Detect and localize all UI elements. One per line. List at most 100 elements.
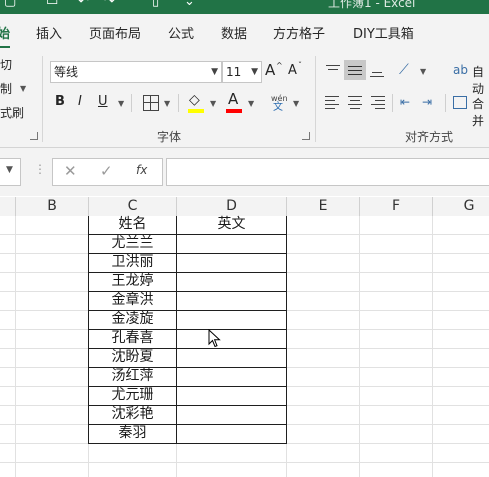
font-name-box[interactable]: 等线 ▼ bbox=[50, 61, 222, 83]
tab-formulas[interactable]: 公式 bbox=[168, 23, 194, 42]
column-header-d[interactable]: D bbox=[177, 197, 286, 216]
format-painter-button[interactable]: 式刷 bbox=[0, 104, 24, 121]
align-right-icon[interactable] bbox=[369, 95, 385, 109]
name-cell[interactable]: 秦羽 bbox=[89, 424, 176, 443]
english-cell[interactable] bbox=[177, 386, 286, 405]
underline-button[interactable]: U bbox=[98, 94, 108, 110]
table-header-cell[interactable]: 英文 bbox=[177, 215, 286, 234]
english-cell[interactable] bbox=[177, 367, 286, 386]
redo-icon[interactable]: ↷ bbox=[104, 0, 115, 9]
name-cell[interactable]: 尤元珊 bbox=[89, 386, 176, 405]
shrink-arrow-icon: ˇ bbox=[298, 61, 302, 70]
copy-dropdown-icon[interactable]: ▼ bbox=[20, 84, 26, 93]
name-cell[interactable]: 汤红萍 bbox=[89, 367, 176, 386]
tab-page-layout[interactable]: 页面布局 bbox=[89, 23, 141, 42]
line bbox=[372, 72, 382, 73]
font-color-icon[interactable]: A bbox=[228, 91, 238, 107]
shrink-font-icon[interactable]: A bbox=[288, 63, 297, 79]
english-cell[interactable] bbox=[177, 424, 286, 443]
tab-insert[interactable]: 插入 bbox=[36, 23, 62, 42]
cut-button[interactable]: 切 bbox=[0, 56, 12, 73]
line bbox=[348, 74, 362, 75]
align-top-icon[interactable] bbox=[325, 62, 341, 78]
table-header-cell[interactable]: 姓名 bbox=[89, 215, 176, 234]
clipboard-launcher-icon[interactable] bbox=[30, 132, 38, 140]
grow-font-icon[interactable]: A bbox=[265, 62, 275, 78]
customize-qat-icon[interactable]: ⌄ bbox=[184, 0, 195, 9]
undo-icon[interactable]: ↶ bbox=[78, 0, 89, 9]
line bbox=[370, 76, 384, 77]
name-box[interactable]: ▼ bbox=[0, 158, 21, 186]
bold-button[interactable]: B bbox=[55, 94, 65, 110]
name-cell[interactable]: 卫洪丽 bbox=[89, 253, 176, 272]
column-header-b[interactable]: B bbox=[16, 197, 88, 216]
name-cell[interactable]: 金凌旋 bbox=[89, 310, 176, 329]
english-cell[interactable] bbox=[177, 405, 286, 424]
ribbon-tabs: 始 插入 页面布局 公式 数据 方方格子 DIY工具箱 bbox=[0, 14, 489, 50]
column-header-g[interactable]: G bbox=[433, 197, 489, 216]
align-left-icon[interactable] bbox=[325, 95, 341, 109]
table-border-vline bbox=[286, 216, 287, 444]
line bbox=[375, 100, 385, 101]
english-cell[interactable] bbox=[177, 234, 286, 253]
align-center-icon[interactable] bbox=[347, 95, 363, 109]
english-cell[interactable] bbox=[177, 272, 286, 291]
copy-button[interactable]: 制 bbox=[0, 80, 12, 97]
name-cell[interactable]: 沈盼夏 bbox=[89, 348, 176, 367]
orientation-icon[interactable]: ⟋ bbox=[399, 62, 409, 78]
fill-color-swatch bbox=[188, 109, 204, 113]
font-size-box[interactable]: 11 ▼ bbox=[222, 61, 262, 83]
increase-indent-icon[interactable]: ⇥ bbox=[422, 94, 432, 110]
fill-color-dropdown-icon[interactable]: ▼ bbox=[210, 99, 216, 108]
english-cell[interactable] bbox=[177, 329, 286, 348]
font-color-dropdown-icon[interactable]: ▼ bbox=[248, 99, 254, 108]
align-middle-button[interactable] bbox=[344, 60, 366, 80]
tab-fangfang[interactable]: 方方格子 bbox=[273, 23, 325, 42]
mouse-cursor-icon bbox=[208, 328, 222, 349]
line bbox=[348, 104, 362, 105]
merge-center-icon[interactable] bbox=[453, 96, 467, 109]
cancel-icon[interactable]: ✕ bbox=[64, 162, 77, 180]
orientation-dropdown-icon[interactable]: ▼ bbox=[420, 67, 426, 76]
tab-home[interactable]: 始 bbox=[0, 23, 10, 42]
table-border-hline bbox=[88, 443, 287, 444]
divider bbox=[445, 94, 446, 112]
english-cell[interactable] bbox=[177, 291, 286, 310]
insert-function-icon[interactable]: fx bbox=[136, 163, 147, 177]
name-cell[interactable]: 沈彩艳 bbox=[89, 405, 176, 424]
worksheet-grid[interactable]: 姓名 英文 尤兰兰 卫洪丽 王龙婷 金章洪 金凌旋 孔春喜 沈盼夏 汤红萍 尤元珊 沈彩艳 秦羽 bbox=[0, 216, 489, 477]
phonetic-dropdown-icon[interactable]: ▼ bbox=[293, 99, 299, 108]
name-cell[interactable]: 金章洪 bbox=[89, 291, 176, 310]
column-header-f[interactable]: F bbox=[360, 197, 432, 216]
english-cell[interactable] bbox=[177, 253, 286, 272]
column-header-c[interactable]: C bbox=[89, 197, 176, 216]
english-cell[interactable] bbox=[177, 348, 286, 367]
border-dropdown-icon[interactable]: ▼ bbox=[164, 99, 170, 108]
decrease-indent-icon[interactable]: ⇤ bbox=[400, 94, 410, 110]
save-icon[interactable]: ▭ bbox=[46, 0, 58, 9]
grid-vline bbox=[359, 216, 360, 477]
quick-access-icon[interactable]: ▯ bbox=[152, 0, 159, 9]
font-launcher-icon[interactable] bbox=[302, 132, 310, 140]
wrap-text-button[interactable]: 自动 bbox=[472, 63, 489, 97]
enter-icon[interactable]: ✓ bbox=[100, 162, 113, 180]
column-header-e[interactable]: E bbox=[287, 197, 359, 216]
font-color-swatch bbox=[226, 109, 242, 113]
underline-dropdown-icon[interactable]: ▼ bbox=[118, 99, 124, 108]
border-icon[interactable] bbox=[143, 95, 159, 111]
grid-hline bbox=[0, 462, 489, 463]
phonetic-guide-icon[interactable]: 文 bbox=[273, 100, 283, 116]
english-cell[interactable] bbox=[177, 310, 286, 329]
name-cell[interactable]: 尤兰兰 bbox=[89, 234, 176, 253]
fill-color-icon[interactable]: ◇ bbox=[189, 92, 200, 108]
name-cell[interactable]: 孔春喜 bbox=[89, 329, 176, 348]
tab-diy-toolbox[interactable]: DIY工具箱 bbox=[353, 23, 414, 42]
italic-button[interactable]: I bbox=[78, 94, 82, 110]
align-bottom-icon[interactable] bbox=[369, 62, 385, 78]
tab-data[interactable]: 数据 bbox=[221, 23, 247, 42]
wrap-text-icon[interactable]: ab bbox=[453, 62, 468, 78]
line bbox=[350, 108, 360, 109]
merge-center-button[interactable]: 合并 bbox=[472, 95, 489, 129]
formula-input[interactable] bbox=[166, 158, 489, 186]
name-cell[interactable]: 王龙婷 bbox=[89, 272, 176, 291]
